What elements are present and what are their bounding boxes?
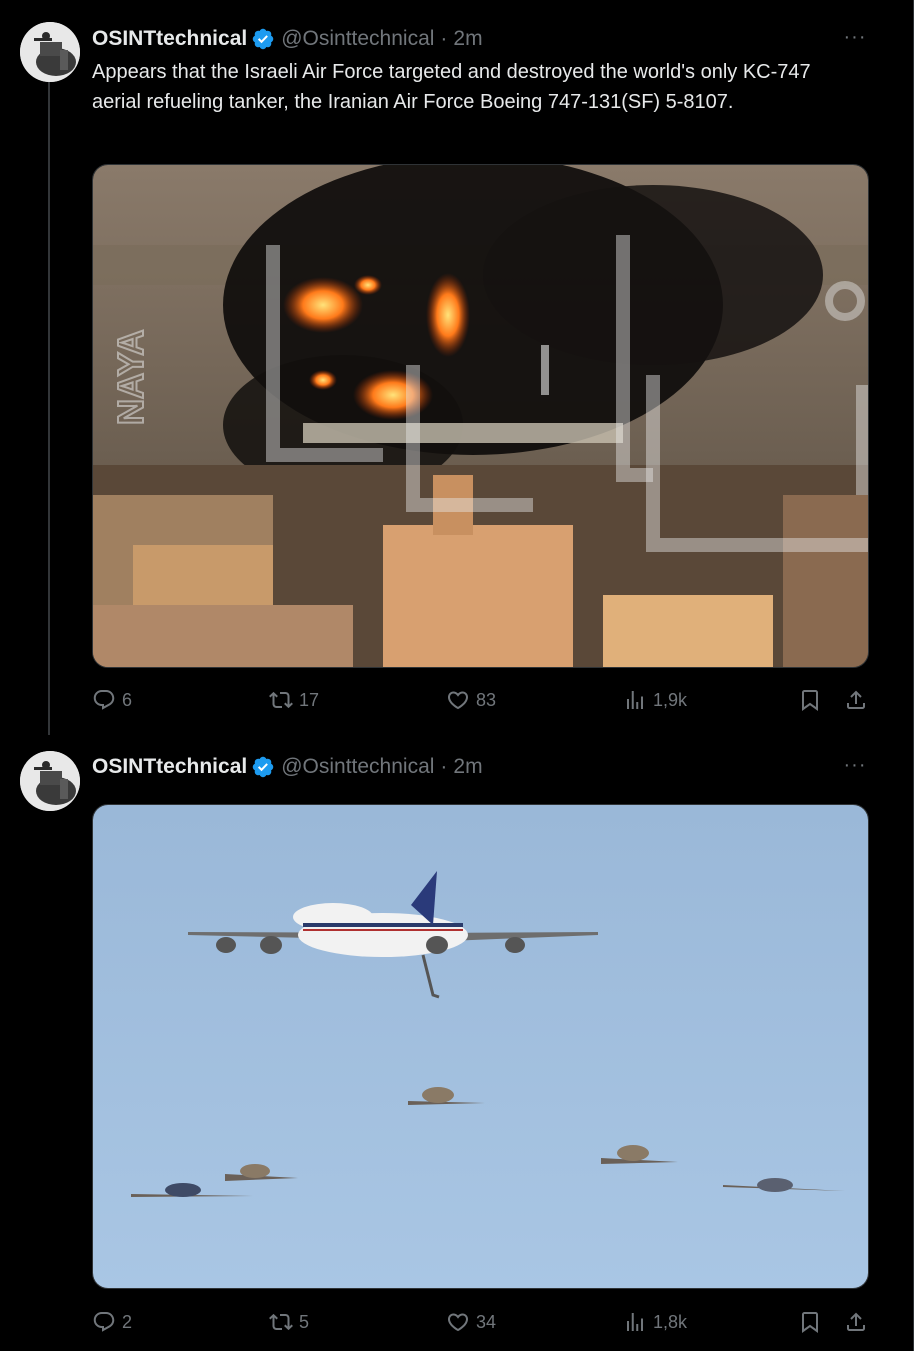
views-button[interactable]: 1,9k <box>623 688 687 712</box>
timestamp[interactable]: 2m <box>453 26 482 52</box>
views-bar-chart-icon <box>627 691 643 709</box>
aircraft-formation-photo <box>93 805 868 1288</box>
repost-icon <box>269 691 293 709</box>
more-options-button[interactable]: ··· <box>841 26 869 48</box>
author-name[interactable]: OSINTtechnical <box>92 754 247 780</box>
repost-button[interactable]: 17 <box>269 688 319 712</box>
reply-count: 2 <box>122 1311 133 1332</box>
views-count: 1,9k <box>653 689 688 710</box>
avatar[interactable] <box>20 751 80 811</box>
views-bar-chart-icon <box>627 1313 643 1331</box>
tweet-actions-bar: 6 17 83 1,9k <box>92 688 869 716</box>
thread-connector-line <box>48 82 50 735</box>
repost-count: 17 <box>299 689 320 710</box>
author-handle[interactable]: @Osinttechnical <box>281 754 434 780</box>
separator-dot: · <box>440 755 448 778</box>
author-handle[interactable]: @Osinttechnical <box>281 26 434 52</box>
repost-button[interactable]: 5 <box>269 1310 309 1334</box>
views-button[interactable]: 1,8k <box>623 1310 687 1334</box>
more-options-button[interactable]: ··· <box>841 754 869 776</box>
reply-button[interactable]: 2 <box>92 1310 132 1334</box>
heart-icon <box>447 691 469 710</box>
reply-icon <box>93 1312 115 1332</box>
bookmark-button[interactable] <box>798 1310 822 1334</box>
tweet-header: OSINTtechnical @Osinttechnical · 2m <box>92 754 483 780</box>
avatar[interactable] <box>20 22 80 82</box>
repost-count: 5 <box>299 1311 310 1332</box>
tweet-image[interactable]: NAYA <box>92 164 869 668</box>
reply-button[interactable]: 6 <box>92 688 132 712</box>
like-button[interactable]: 83 <box>446 688 496 712</box>
bookmark-button[interactable] <box>798 688 822 712</box>
like-count: 34 <box>476 1311 497 1332</box>
share-button[interactable] <box>844 1310 868 1334</box>
explosion-photo: NAYA <box>93 165 868 667</box>
like-button[interactable]: 34 <box>446 1310 496 1334</box>
reply-count: 6 <box>122 689 133 710</box>
tweet-1[interactable]: OSINTtechnical @Osinttechnical · 2m ··· … <box>0 0 893 735</box>
reply-icon <box>93 690 115 710</box>
separator-dot: · <box>440 27 448 50</box>
tweet-text: Appears that the Israeli Air Force targe… <box>92 61 811 113</box>
tweet-image[interactable] <box>92 804 869 1289</box>
views-count: 1,8k <box>653 1311 688 1332</box>
heart-icon <box>447 1313 469 1332</box>
author-name[interactable]: OSINTtechnical <box>92 26 247 52</box>
repost-icon <box>269 1313 293 1331</box>
tweet-header: OSINTtechnical @Osinttechnical · 2m <box>92 26 483 52</box>
bookmark-icon <box>802 690 818 711</box>
tweet-2[interactable]: OSINTtechnical @Osinttechnical · 2m ··· <box>0 735 893 1351</box>
timestamp[interactable]: 2m <box>453 754 482 780</box>
like-count: 83 <box>476 689 497 710</box>
tweet-actions-bar: 2 5 34 1,8k <box>92 1310 869 1338</box>
verified-badge-icon <box>251 755 275 779</box>
image-watermark: NAYA <box>110 330 151 425</box>
share-button[interactable] <box>844 688 868 712</box>
share-icon <box>847 1312 865 1331</box>
bookmark-icon <box>802 1312 818 1333</box>
share-icon <box>847 690 865 709</box>
verified-badge-icon <box>251 27 275 51</box>
